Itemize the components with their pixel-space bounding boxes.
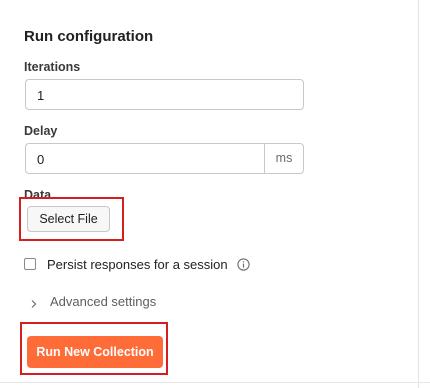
section-title: Run configuration [24, 28, 154, 45]
advanced-settings-label: Advanced settings [50, 293, 157, 309]
advanced-settings-toggle[interactable]: Advanced settings [30, 293, 156, 309]
delay-input[interactable]: 0 ms [25, 143, 304, 174]
delay-unit: ms [264, 144, 303, 173]
run-collection-button[interactable]: Run New Collection [27, 336, 163, 368]
delay-value: 0 [37, 152, 45, 167]
persist-responses-label[interactable]: Persist responses for a session [47, 257, 228, 272]
persist-responses-row: Persist responses for a session [24, 256, 250, 272]
iterations-value: 1 [37, 88, 45, 103]
iterations-input[interactable]: 1 [25, 79, 304, 110]
runner-config-panel: Run configuration Iterations 1 Delay 0 m… [0, 0, 430, 388]
select-file-button[interactable]: Select File [27, 206, 110, 232]
panel-divider-horizontal [0, 382, 430, 383]
info-icon[interactable] [236, 257, 250, 271]
delay-label: Delay [24, 124, 58, 138]
panel-divider-vertical [418, 0, 419, 388]
persist-responses-checkbox[interactable] [24, 258, 36, 270]
chevron-right-icon [30, 296, 38, 308]
iterations-label: Iterations [24, 60, 81, 74]
